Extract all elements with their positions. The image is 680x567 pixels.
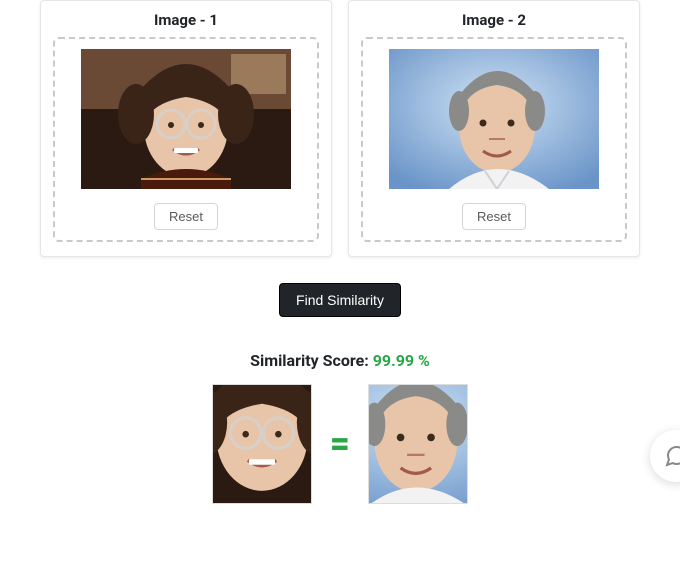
- equals-icon: =: [330, 427, 350, 461]
- image-card-1: Image - 1: [40, 0, 332, 257]
- image-cards-row: Image - 1: [0, 0, 680, 257]
- portrait-1-icon: [81, 49, 291, 189]
- action-row: Find Similarity: [0, 283, 680, 317]
- chat-bubble-icon: [664, 444, 680, 468]
- reset-button-1[interactable]: Reset: [154, 203, 218, 230]
- result-thumb-2: [368, 384, 468, 504]
- image-dropzone-2[interactable]: Reset: [361, 37, 627, 242]
- find-similarity-button[interactable]: Find Similarity: [279, 283, 401, 317]
- image-card-2-title: Image - 2: [462, 11, 526, 29]
- result-thumb-1: [212, 384, 312, 504]
- comparison-thumbs-row: =: [0, 384, 680, 504]
- image-preview-2: [389, 49, 599, 189]
- portrait-2-crop-icon: [369, 385, 467, 503]
- image-dropzone-1[interactable]: Reset: [53, 37, 319, 242]
- image-card-1-title: Image - 1: [154, 11, 218, 29]
- image-preview-1: [81, 49, 291, 189]
- reset-button-2[interactable]: Reset: [462, 203, 526, 230]
- similarity-score-label: Similarity Score:: [250, 351, 369, 370]
- similarity-score-value: 99.99 %: [373, 351, 430, 370]
- image-card-2: Image - 2: [348, 0, 640, 257]
- portrait-2-icon: [389, 49, 599, 189]
- similarity-score-row: Similarity Score: 99.99 %: [0, 351, 680, 370]
- portrait-1-crop-icon: [213, 385, 311, 503]
